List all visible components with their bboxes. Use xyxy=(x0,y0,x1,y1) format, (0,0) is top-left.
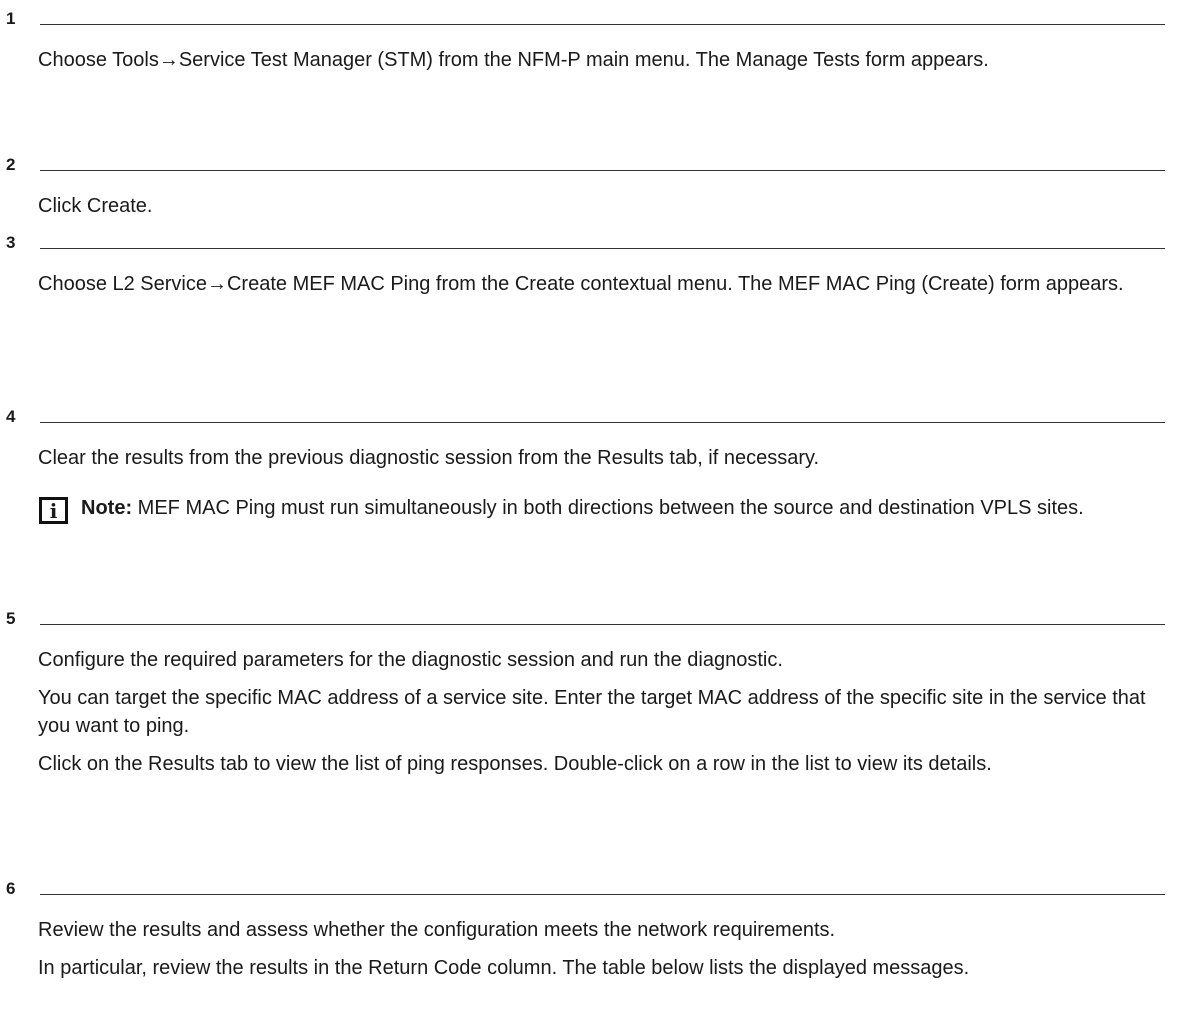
step-number: 1 xyxy=(6,9,16,28)
step-number: 2 xyxy=(6,155,16,174)
step-number: 3 xyxy=(6,233,16,252)
step-divider xyxy=(40,248,1165,249)
step-divider xyxy=(40,24,1165,25)
step-6-text-1: Review the results and assess whether th… xyxy=(38,919,836,941)
step-4-text: Clear the results from the previous diag… xyxy=(38,447,820,469)
step-2: 2 Click Create. xyxy=(0,152,1177,217)
step-number: 6 xyxy=(6,879,16,898)
info-icon-glyph: i xyxy=(49,498,58,523)
note-text: Note: MEF MAC Ping must run simultaneous… xyxy=(81,494,1163,522)
step-3: 3 Choose L2 Service→Create MEF MAC Ping … xyxy=(0,230,1177,295)
note-label: Note: xyxy=(81,497,133,519)
step-5-text-3: Click on the Results tab to view the lis… xyxy=(38,753,992,775)
step-header: 6 xyxy=(0,876,1177,902)
step-header: 1 xyxy=(0,6,1177,32)
step-1-text: Choose Tools→Service Test Manager (STM) … xyxy=(38,49,989,71)
step-header: 4 xyxy=(0,404,1177,430)
step-3-text: Choose L2 Service→Create MEF MAC Ping fr… xyxy=(38,273,1124,295)
step-2-text: Click Create. xyxy=(38,195,153,217)
step-6-text-2: In particular, review the results in the… xyxy=(38,957,970,979)
info-icon: i xyxy=(39,497,68,524)
step-header: 3 xyxy=(0,230,1177,256)
step-divider xyxy=(40,422,1165,423)
step-divider xyxy=(40,170,1165,171)
step-5-text-2: You can target the specific MAC address … xyxy=(38,687,1146,737)
step-1: 1 Choose Tools→Service Test Manager (STM… xyxy=(0,6,1177,71)
step-number: 5 xyxy=(6,609,16,628)
step-5-text-1: Configure the required parameters for th… xyxy=(38,649,783,671)
step-6: 6 Review the results and assess whether … xyxy=(0,876,1177,979)
step-4: 4 Clear the results from the previous di… xyxy=(0,404,1177,524)
step-5: 5 Configure the required parameters for … xyxy=(0,606,1177,775)
step-header: 2 xyxy=(0,152,1177,178)
note-body: MEF MAC Ping must run simultaneously in … xyxy=(132,497,1084,519)
step-header: 5 xyxy=(0,606,1177,632)
step-number: 4 xyxy=(6,407,16,426)
step-divider xyxy=(40,894,1165,895)
step-divider xyxy=(40,624,1165,625)
